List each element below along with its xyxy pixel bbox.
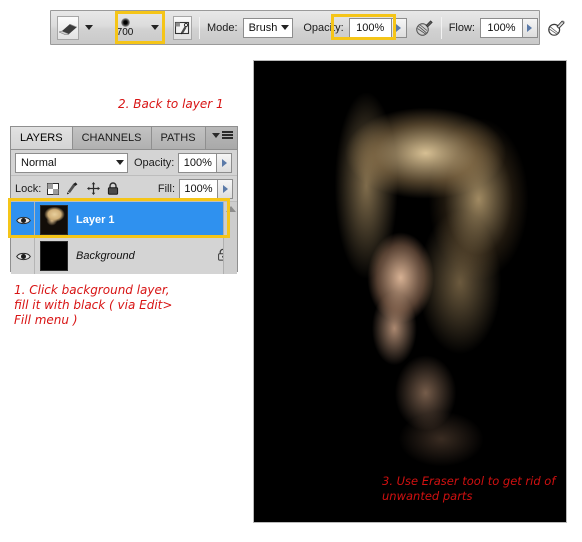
soft-round-brush-icon	[120, 17, 130, 27]
lock-position-icon[interactable]	[87, 182, 101, 195]
erase-to-history-toggle-button[interactable]	[547, 19, 566, 37]
flow-input[interactable]: 100%	[479, 17, 522, 38]
mode-chevron-down-icon	[281, 25, 290, 30]
flow-arrow-icon	[527, 23, 533, 32]
tab-channels[interactable]: CHANNELS	[72, 127, 152, 149]
document-canvas[interactable]: 3. Use Eraser tool to get rid of unwante…	[253, 60, 567, 523]
layer-opacity-label: Opacity:	[134, 156, 175, 169]
eraser-tool-preset-button[interactable]	[57, 15, 79, 40]
toolbar-divider-2	[440, 16, 442, 39]
lock-row: Lock: Fill: 100%	[11, 176, 237, 202]
layer-thumbnail-background[interactable]	[40, 241, 68, 271]
blend-mode-value: Normal	[21, 156, 57, 169]
brush-preset-display[interactable]: 700	[105, 13, 145, 43]
tab-layers[interactable]: LAYERS	[11, 127, 73, 149]
layer-opacity-input[interactable]: 100%	[178, 152, 217, 173]
scroll-up-arrow-icon[interactable]	[225, 206, 236, 212]
airbrush-icon	[415, 19, 433, 36]
panel-tab-bar: LAYERS CHANNELS PATHS	[11, 127, 237, 150]
lock-label: Lock:	[15, 182, 42, 195]
eye-icon	[16, 216, 31, 224]
blend-mode-dropdown[interactable]: Normal	[15, 152, 128, 173]
tablet-pressure-icon	[174, 21, 190, 34]
fill-label: Fill:	[157, 182, 175, 195]
blend-mode-row: Normal Opacity: 100%	[11, 150, 237, 176]
opacity-label: Opacity:	[303, 21, 344, 34]
layers-panel: LAYERS CHANNELS PATHS Normal Opacity: 10…	[10, 126, 238, 274]
brush-preset-chevron-down-icon[interactable]	[151, 25, 159, 30]
eye-icon	[16, 252, 31, 260]
layers-scrollbar[interactable]	[223, 202, 237, 274]
eraser-icon	[58, 23, 77, 35]
flow-label: Flow:	[448, 21, 475, 34]
fill-arrow-icon	[222, 184, 228, 193]
lock-transparent-pixels-icon[interactable]	[47, 182, 60, 195]
fill-slider-button[interactable]	[217, 178, 233, 199]
toolbar-divider	[199, 16, 200, 39]
layer-visibility-toggle-layer-1[interactable]	[13, 202, 35, 238]
annotation-step-3: 3. Use Eraser tool to get rid of unwante…	[382, 474, 556, 503]
fill-input[interactable]: 100%	[179, 178, 217, 199]
layer-name-background: Background	[76, 250, 135, 262]
layer-row-background[interactable]: Background	[11, 238, 237, 274]
layer-opacity-slider-button[interactable]	[216, 152, 233, 173]
mode-label: Mode:	[207, 21, 238, 34]
blend-mode-chevron-down-icon	[116, 160, 124, 165]
opacity-input[interactable]: 100%	[348, 17, 391, 38]
opacity-control[interactable]: 100%	[348, 17, 407, 38]
lock-buttons-group	[47, 182, 119, 195]
brush-preset-picker[interactable]: 700	[105, 13, 165, 43]
brush-size-value: 700	[116, 26, 134, 38]
layer-list: Layer 1 Background	[11, 202, 237, 274]
tab-paths[interactable]: PATHS	[151, 127, 206, 149]
layer-opacity-control[interactable]: 100%	[178, 152, 233, 173]
annotation-step-2: 2. Back to layer 1	[118, 97, 224, 111]
fill-control[interactable]: 100%	[179, 178, 233, 199]
panel-menu-triangle-icon	[212, 133, 220, 138]
opacity-slider-button[interactable]	[390, 17, 407, 38]
erase-to-history-icon	[548, 19, 565, 36]
panel-menu-icon[interactable]	[212, 131, 233, 140]
panel-menu-lines-icon	[222, 131, 233, 140]
mode-value: Brush	[248, 21, 278, 34]
layer-thumbnail-layer-1[interactable]	[40, 205, 68, 235]
layer-opacity-arrow-icon	[221, 158, 227, 167]
layer-name-layer-1: Layer 1	[76, 214, 115, 226]
lock-all-icon[interactable]	[107, 182, 119, 195]
flow-control[interactable]: 100%	[479, 17, 538, 38]
portrait-photo	[254, 61, 566, 522]
options-bar: 700 Mode: Brush Opacity: 100% Flow: 100%	[50, 10, 565, 45]
flow-slider-button[interactable]	[521, 17, 538, 38]
eraser-preset-chevron-down-icon[interactable]	[85, 25, 93, 30]
airbrush-toggle-button[interactable]	[415, 19, 434, 37]
layer-row-layer-1[interactable]: Layer 1	[11, 202, 237, 238]
annotation-step-1: 1. Click background layer, fill it with …	[14, 283, 173, 327]
tablet-pressure-toggle-button[interactable]	[173, 15, 192, 40]
lock-image-pixels-icon[interactable]	[66, 182, 80, 195]
opacity-arrow-icon	[396, 23, 402, 32]
layer-visibility-toggle-background[interactable]	[13, 238, 35, 274]
mode-dropdown[interactable]: Brush	[242, 17, 294, 38]
